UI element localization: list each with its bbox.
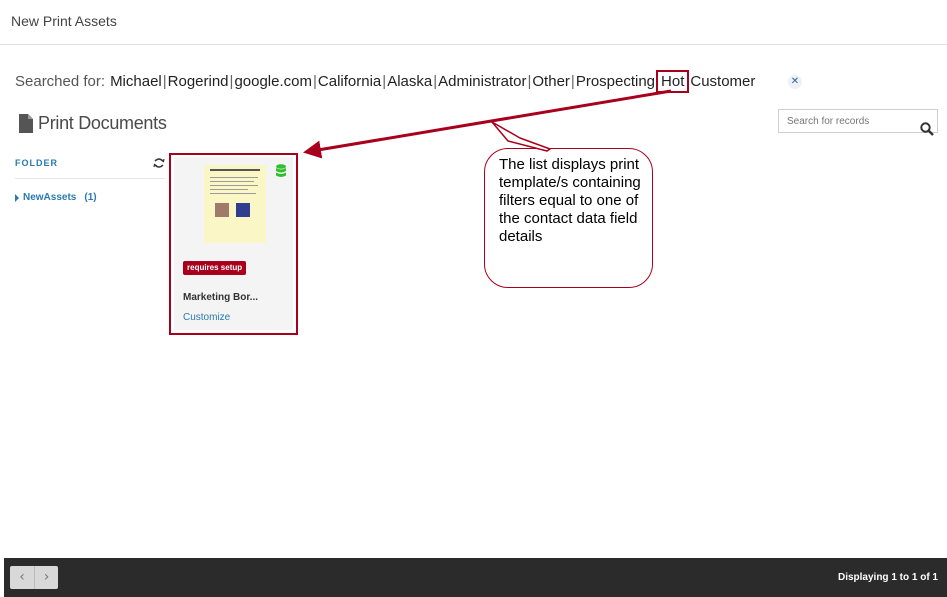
term-separator: | [527,73,532,90]
search-term: Prospecting [575,73,656,90]
requires-setup-badge: requires setup [183,261,247,275]
search-term: Rogerind [167,73,229,90]
annotation-callout: The list displays print template/s conta… [484,148,653,288]
customize-link[interactable]: Customize [183,312,230,323]
folder-item-newassets[interactable]: NewAssets (1) [15,192,97,203]
search-summary: Searched for: Michael|Rogerind|google.com… [15,70,755,93]
thumbnail-text-line [210,177,258,178]
footer-status: Displaying 1 to 1 of 1 [837,572,938,583]
document-card[interactable]: requires setup Marketing Bor... Customiz… [174,157,293,330]
thumbnail-text-line [210,193,256,194]
search-icon[interactable] [920,122,934,136]
search-summary-prefix: Searched for: [15,73,106,90]
search-term: google.com [234,73,312,90]
thumbnail-image [215,203,229,217]
prev-page-button[interactable]: ‹ [10,566,34,589]
search-input[interactable] [779,110,907,132]
section-title-text: Print Documents [38,112,167,133]
section-title: Print Documents [19,112,167,134]
document-icon [19,113,33,133]
search-term: California [317,73,382,90]
search-term: Other [532,73,570,90]
caret-right-icon [15,193,19,202]
term-separator: | [229,73,234,90]
search-term: Administrator [438,73,527,90]
thumbnail-image [236,203,250,217]
term-separator: | [570,73,575,90]
next-page-button[interactable]: › [34,566,58,589]
search-term-highlighted: Hot [656,70,690,93]
folder-item-count: (1) [84,192,97,203]
annotation-text: The list displays print template/s conta… [499,156,641,245]
annotation-arrow [303,89,672,159]
callout-pointer [491,121,551,152]
footer-bar: ‹ › Displaying 1 to 1 of 1 [4,558,947,597]
term-separator: | [382,73,387,90]
document-thumbnail[interactable] [204,165,266,243]
thumbnail-text-line [210,185,258,186]
term-separator: | [313,73,317,90]
refresh-icon[interactable] [153,156,165,170]
document-name: Marketing Bor... [183,292,259,303]
page-header: New Print Assets [0,0,947,45]
folder-label: FOLDER [15,158,58,168]
search-term: Customer [690,73,756,90]
term-separator: | [433,73,438,90]
thumbnail-title-line [210,169,260,171]
search-box[interactable] [778,109,938,136]
thumbnail-text-line [210,189,248,190]
search-term: Alaska [387,73,433,90]
term-separator: | [162,73,167,90]
page-title: New Print Assets [11,13,117,29]
thumbnail-text-line [210,181,254,182]
pager: ‹ › [10,566,58,589]
database-icon [276,164,286,177]
folder-header: FOLDER [15,156,165,179]
search-term: Michael [110,73,162,90]
clear-search-icon[interactable]: ✕ [788,75,802,89]
folder-item-label: NewAssets [23,192,77,203]
